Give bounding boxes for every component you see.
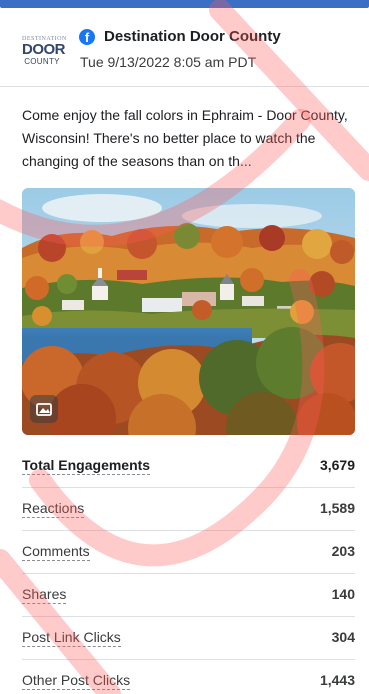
- post-header: DESTINATION DOOR COUNTY f Destination Do…: [0, 8, 369, 87]
- metric-value: 1,589: [319, 500, 355, 516]
- metric-row-other-post-clicks: Other Post Clicks 1,443: [22, 660, 355, 694]
- logo-line-2: DOOR: [22, 41, 66, 58]
- metric-row-post-link-clicks: Post Link Clicks 304: [22, 617, 355, 660]
- metric-label[interactable]: Shares: [22, 586, 67, 604]
- page-logo[interactable]: DESTINATION DOOR COUNTY: [22, 36, 66, 68]
- engagement-metrics: Total Engagements 3,679 Reactions 1,589 …: [22, 445, 355, 694]
- metric-value: 140: [331, 586, 355, 602]
- post-card: DESTINATION DOOR COUNTY f Destination Do…: [0, 0, 369, 694]
- metric-row-total-engagements: Total Engagements 3,679: [22, 445, 355, 488]
- metric-row-comments: Comments 203: [22, 531, 355, 574]
- autumn-landscape-photo: [22, 188, 355, 435]
- metric-value: 1,443: [319, 672, 355, 688]
- facebook-icon: f: [79, 29, 95, 45]
- page-name[interactable]: Destination Door County: [104, 28, 281, 45]
- metric-row-shares: Shares 140: [22, 574, 355, 617]
- post-image[interactable]: [22, 188, 355, 435]
- metric-label[interactable]: Comments: [22, 543, 90, 561]
- metric-label[interactable]: Other Post Clicks: [22, 672, 131, 690]
- metric-value: 3,679: [319, 457, 355, 473]
- post-caption[interactable]: Come enjoy the fall colors in Ephraim - …: [22, 104, 352, 173]
- post-timestamp: Tue 9/13/2022 8:05 am PDT: [80, 54, 257, 70]
- logo-line-3: COUNTY: [24, 57, 60, 66]
- metric-row-reactions: Reactions 1,589: [22, 488, 355, 531]
- metric-value: 203: [331, 543, 355, 559]
- metric-label[interactable]: Total Engagements: [22, 457, 151, 475]
- metric-label[interactable]: Post Link Clicks: [22, 629, 121, 647]
- image-icon: [30, 395, 58, 423]
- accent-bar: [0, 0, 369, 8]
- metric-label[interactable]: Reactions: [22, 500, 85, 518]
- metric-value: 304: [331, 629, 355, 645]
